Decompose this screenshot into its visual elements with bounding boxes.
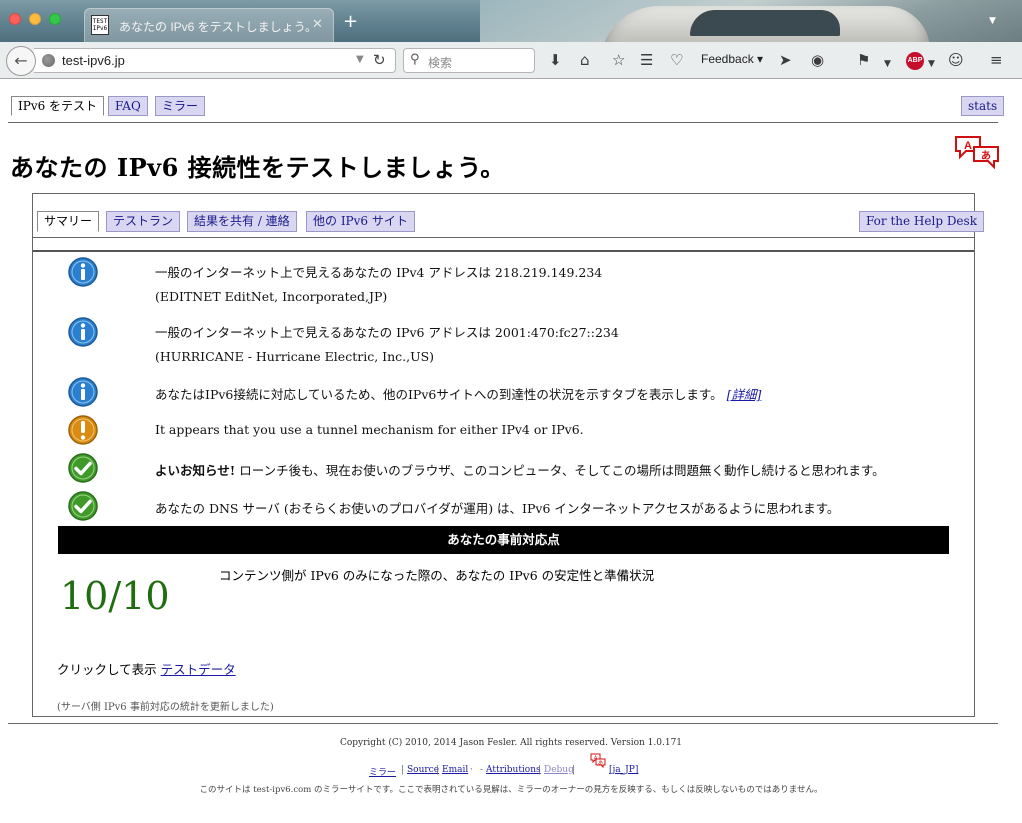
adblock-dropdown-icon[interactable]: ▼ xyxy=(928,55,935,73)
download-icon[interactable]: ⬇ xyxy=(549,51,562,69)
footer-link-email[interactable]: Email xyxy=(442,765,468,775)
adblock-plus-icon[interactable]: ABP xyxy=(906,52,924,70)
window-zoom-button[interactable] xyxy=(49,13,61,25)
back-button[interactable]: ← xyxy=(6,46,36,76)
result-text-wrapper: あなたはIPv6接続に対応しているため、他のIPv6サイトへの到達性の状況を示す… xyxy=(155,384,761,403)
new-tab-icon[interactable]: + xyxy=(343,13,358,31)
web-page: IPv6 をテスト FAQ ミラー stats A あ あなたの IPv6 接続… xyxy=(0,80,1022,823)
warning-icon xyxy=(68,415,98,445)
subtab-test-run[interactable]: テストラン xyxy=(106,211,181,232)
result-text: あなたの DNS サーバ (おそらくお使いのプロバイダが運用) は、IPv6 イ… xyxy=(155,501,840,516)
page-title: あなたの IPv6 接続性をテストしましょう。 xyxy=(10,153,505,182)
results-panel: サマリー テストラン 結果を共有 / 連絡 他の IPv6 サイト For th… xyxy=(32,193,984,717)
feedback-label: Feedback xyxy=(701,52,754,66)
tab-list-chevron-icon[interactable]: ▼ xyxy=(989,16,996,26)
readiness-caption: コンテンツ側が IPv6 のみになった際の、あなたの IPv6 の安定性と準備状… xyxy=(219,568,655,583)
reading-list-icon[interactable]: ☰ xyxy=(640,51,653,69)
test-data-prefix: クリックして表示 xyxy=(57,662,161,677)
info-icon xyxy=(68,317,98,347)
url-text[interactable]: test-ipv6.jp xyxy=(62,53,125,68)
info-icon xyxy=(68,377,98,407)
result-text: 一般のインターネット上で見えるあなたの IPv4 アドレスは 218.219.1… xyxy=(155,265,603,280)
footer-copyright: Copyright (C) 2010, 2014 Jason Fesler. A… xyxy=(339,738,683,748)
pocket-icon[interactable]: ♡ xyxy=(670,51,683,69)
window-minimize-button[interactable] xyxy=(29,13,41,25)
info-icon xyxy=(68,257,98,287)
browser-tab-active[interactable]: TEST IPv6 あなたの IPv6 をテストしましょう。 ✕ xyxy=(84,8,334,42)
url-history-dropdown-icon[interactable]: ▼ xyxy=(356,54,364,65)
stats-updated-note: (サーバ側 IPv6 事前対応の統計を更新しました) xyxy=(57,702,274,713)
footer-link-locale[interactable]: [ja_JP] xyxy=(609,765,638,775)
smiley-icon[interactable]: ☺ xyxy=(948,51,964,69)
subtab-other-ipv6-sites[interactable]: 他の IPv6 サイト xyxy=(306,211,415,232)
url-bar[interactable]: test-ipv6.jp ▼ ↻ xyxy=(34,48,396,73)
language-translate-icon[interactable]: A あ xyxy=(590,753,606,777)
checkmark-icon xyxy=(68,491,98,521)
top-tab-divider xyxy=(8,122,998,123)
footer-separator: - xyxy=(480,765,484,775)
result-text-wrapper: よいお知らせ! ローンチ後も、現在お使いのブラウザ、このコンピュータ、そしてこの… xyxy=(155,460,885,479)
footer-divider xyxy=(8,723,998,724)
result-text: It appears that you use a tunnel mechani… xyxy=(155,422,584,437)
footer-separator: | xyxy=(401,765,405,775)
footer-link-mirror[interactable]: ミラー xyxy=(369,765,396,778)
extension-icon[interactable]: ◉ xyxy=(811,51,824,69)
subtab-divider xyxy=(33,237,974,238)
footer-links: ミラー | Source | Email · - Attributions | … xyxy=(369,753,669,784)
summary-divider xyxy=(33,250,974,252)
reload-icon[interactable]: ↻ xyxy=(373,51,386,69)
subtab-summary[interactable]: サマリー xyxy=(37,211,100,232)
footer-separator: · xyxy=(470,765,473,775)
footer-separator: | xyxy=(538,765,542,775)
footer-link-attributions[interactable]: Attributions xyxy=(486,765,541,775)
language-translate-icon[interactable]: A あ xyxy=(954,135,1000,169)
checkmark-icon xyxy=(68,453,98,483)
flag-extension-icon[interactable]: ⚑ xyxy=(857,51,870,69)
details-link[interactable]: [詳細] xyxy=(727,387,762,402)
send-icon[interactable]: ➤ xyxy=(779,51,792,69)
search-placeholder: 検索 xyxy=(428,56,453,70)
svg-text:あ: あ xyxy=(598,761,603,767)
window-close-button[interactable] xyxy=(9,13,21,25)
test-data-row: クリックして表示 テストデータ xyxy=(57,659,236,678)
tab-stats[interactable]: stats xyxy=(961,96,1005,116)
extension-dropdown-icon[interactable]: ▼ xyxy=(884,55,891,73)
result-subtext: (HURRICANE - Hurricane Electric, Inc.,US… xyxy=(155,349,435,364)
test-ipv6-favicon-icon: TEST IPv6 xyxy=(91,15,109,35)
footer-link-debug[interactable]: Debug xyxy=(544,765,574,775)
test-data-link[interactable]: テストデータ xyxy=(161,662,236,677)
result-text: 一般のインターネット上で見えるあなたの IPv6 アドレスは 2001:470:… xyxy=(155,325,619,340)
result-highlight: よいお知らせ! xyxy=(155,463,236,478)
footer-link-source[interactable]: Source xyxy=(407,765,439,775)
feedback-menu-button[interactable]: Feedback ▾ xyxy=(701,52,763,66)
result-text: ローンチ後も、現在お使いのブラウザ、このコンピュータ、そしてこの場所は問題無く動… xyxy=(235,463,885,478)
tab-test-ipv6[interactable]: IPv6 をテスト xyxy=(11,96,105,116)
footer-separator: | xyxy=(436,765,440,775)
subtab-share-contact[interactable]: 結果を共有 / 連絡 xyxy=(187,211,297,232)
tab-faq[interactable]: FAQ xyxy=(108,96,148,116)
home-icon[interactable]: ⌂ xyxy=(580,51,590,69)
svg-text:あ: あ xyxy=(981,149,991,162)
browser-tab-title: あなたの IPv6 をテストしましょう。 xyxy=(119,20,317,34)
tab-close-icon[interactable]: ✕ xyxy=(312,17,323,32)
footer-separator: | xyxy=(572,765,576,775)
search-input[interactable]: ⚲ 検索 xyxy=(403,48,535,73)
tab-mirror[interactable]: ミラー xyxy=(155,96,206,116)
search-icon: ⚲ xyxy=(410,52,420,67)
bookmark-star-icon[interactable]: ☆ xyxy=(612,51,625,69)
browser-titlebar: TEST IPv6 あなたの IPv6 をテストしましょう。 ✕ + ▼ xyxy=(0,0,1022,42)
svg-text:A: A xyxy=(964,140,972,152)
theme-car-window xyxy=(690,10,840,36)
hamburger-menu-icon[interactable]: ≡ xyxy=(990,51,1003,69)
footer-mirror-note: このサイトは test-ipv6.com のミラーサイトです。ここで表明されてい… xyxy=(199,785,823,795)
readiness-score: 10/10 xyxy=(60,574,170,618)
readiness-heading: あなたの事前対応点 xyxy=(58,526,949,554)
browser-navbar: test-ipv6.jp ▼ ↻ ← ⚲ 検索 ⬇ ⌂ ☆ ☰ ♡ Feedba… xyxy=(0,42,1022,79)
result-text: あなたはIPv6接続に対応しているため、他のIPv6サイトへの到達性の状況を示す… xyxy=(155,387,723,402)
globe-icon[interactable] xyxy=(42,54,55,67)
result-subtext: (EDITNET EditNet, Incorporated,JP) xyxy=(155,289,388,304)
subtab-help-desk[interactable]: For the Help Desk xyxy=(859,211,984,232)
